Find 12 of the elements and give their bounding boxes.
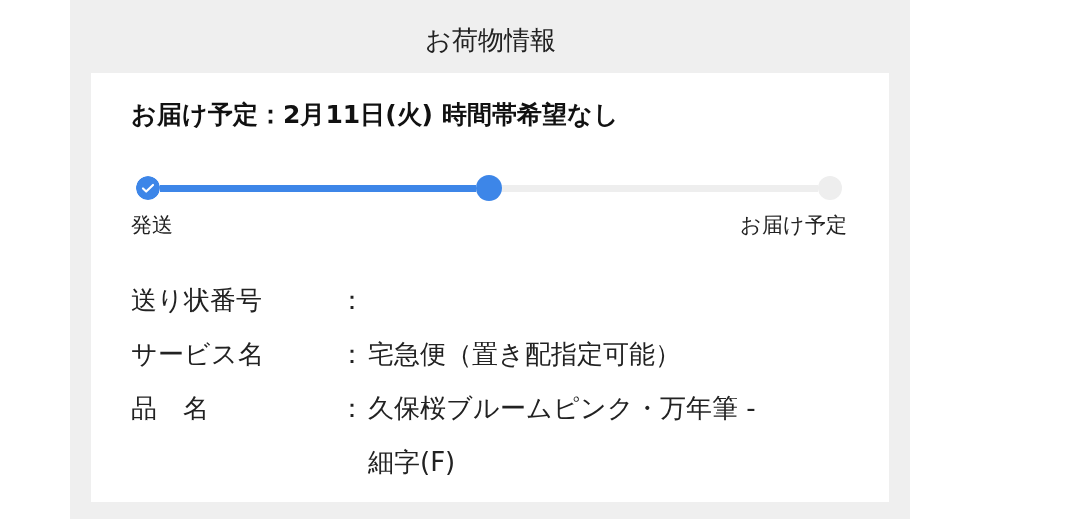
detail-label: サービス名 (131, 338, 265, 371)
colon: ： (339, 284, 366, 317)
step-label: 発送 (131, 212, 173, 239)
detail-value: 久保桜ブルームピンク・万年筆 - 細字(F) (368, 392, 757, 479)
detail-label: 送り状番号 (131, 284, 263, 317)
detail-label: 品 名 (131, 392, 210, 425)
step-label: お届け予定 (740, 212, 847, 239)
delivery-heading: お届け予定：2月11日(火) 時間帯希望なし (131, 99, 620, 131)
detail-value: 宅急便（置き配指定可能） (368, 338, 682, 371)
colon: ： (339, 338, 366, 371)
section-title: お荷物情報 (423, 24, 557, 57)
colon: ： (339, 392, 366, 425)
